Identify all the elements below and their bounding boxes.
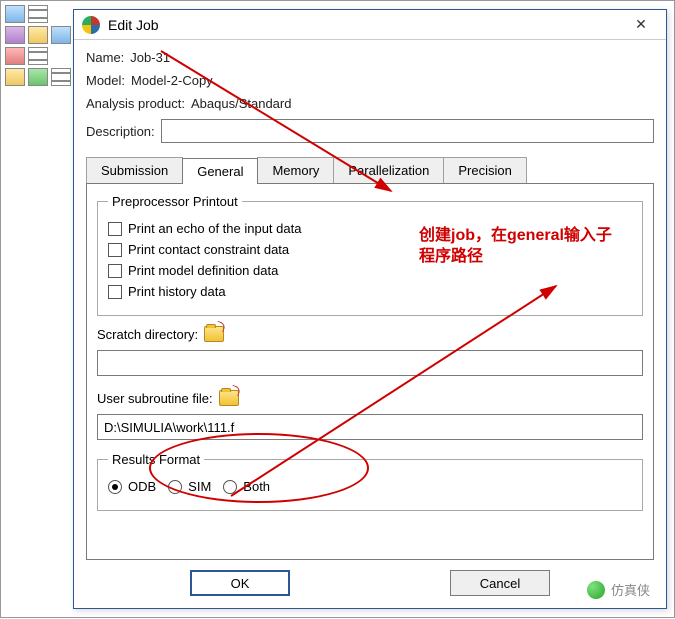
toolbar-icon[interactable] [51, 26, 71, 44]
tab-parallelization[interactable]: Parallelization [333, 157, 444, 183]
radio-odb[interactable] [108, 480, 122, 494]
annotation-text: 创建job，在general输入子 程序路径 [419, 226, 649, 268]
analysis-label: Analysis product: [86, 96, 185, 111]
checkbox-label: Print model definition data [128, 263, 278, 278]
close-button[interactable]: ✕ [618, 11, 664, 39]
analysis-value: Abaqus/Standard [191, 96, 291, 111]
preprocessor-legend: Preprocessor Printout [108, 194, 242, 209]
dialog-title: Edit Job [108, 17, 618, 33]
tabstrip: Submission General Memory Parallelizatio… [86, 157, 654, 184]
user-subroutine-input[interactable] [97, 414, 643, 440]
toolbar-icon[interactable] [28, 68, 48, 86]
checkbox-label: Print an echo of the input data [128, 221, 301, 236]
annotation-ellipse [149, 433, 369, 503]
folder-open-icon[interactable] [219, 390, 239, 406]
toolbar-icon[interactable] [28, 26, 48, 44]
tab-submission[interactable]: Submission [86, 157, 183, 183]
scratch-dir-input[interactable] [97, 350, 643, 376]
tab-precision[interactable]: Precision [443, 157, 526, 183]
edit-job-dialog: Edit Job ✕ Name: Job-31 Model: Model-2-C… [73, 9, 667, 609]
toolbar-icon[interactable] [5, 68, 25, 86]
usr-label: User subroutine file: [97, 391, 213, 406]
checkbox[interactable] [108, 222, 122, 236]
checkbox[interactable] [108, 264, 122, 278]
model-value: Model-2-Copy [131, 73, 213, 88]
toolbar-icon[interactable] [5, 47, 25, 65]
watermark-text: 仿真侠 [611, 580, 650, 599]
ok-button[interactable]: OK [190, 570, 290, 596]
toolbar-icon[interactable] [51, 68, 71, 86]
tab-general[interactable]: General [182, 158, 258, 184]
cancel-button[interactable]: Cancel [450, 570, 550, 596]
checkbox[interactable] [108, 243, 122, 257]
name-value: Job-31 [130, 50, 170, 65]
checkbox-label: Print contact constraint data [128, 242, 289, 257]
toolbar-icon[interactable] [28, 5, 48, 23]
app-icon [82, 16, 100, 34]
folder-open-icon[interactable] [204, 326, 224, 342]
toolbar-icon[interactable] [5, 26, 25, 44]
toolbar-icon[interactable] [28, 47, 48, 65]
watermark: 仿真侠 [587, 580, 650, 599]
watermark-icon [587, 581, 605, 599]
toolbar-icon[interactable] [5, 5, 25, 23]
tab-memory[interactable]: Memory [257, 157, 334, 183]
model-label: Model: [86, 73, 125, 88]
titlebar: Edit Job ✕ [74, 10, 666, 40]
name-label: Name: [86, 50, 124, 65]
checkbox[interactable] [108, 285, 122, 299]
scratch-label: Scratch directory: [97, 327, 198, 342]
left-toolbar [5, 5, 71, 86]
checkbox-label: Print history data [128, 284, 226, 299]
description-label: Description: [86, 124, 155, 139]
radio-label: ODB [128, 479, 156, 494]
description-input[interactable] [161, 119, 654, 143]
